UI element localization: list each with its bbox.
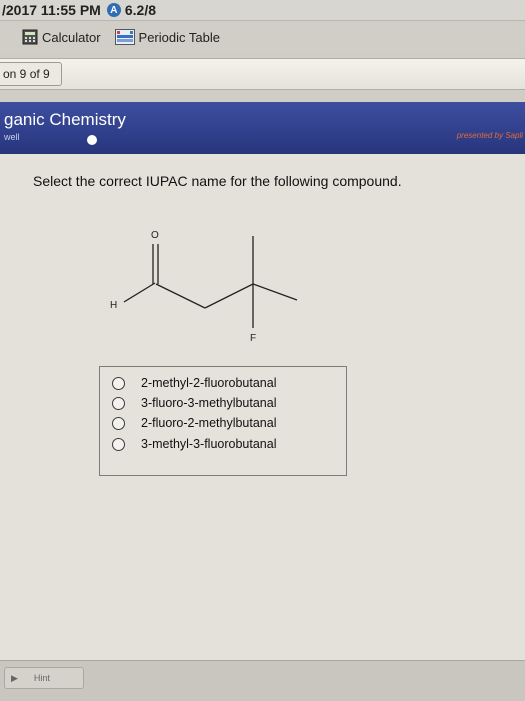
bond-h-c1 (123, 282, 156, 303)
hint-label: Hint (33, 673, 50, 683)
progress-dot-icon (87, 135, 97, 145)
oxygen-label: O (151, 230, 159, 241)
choice-1-label: 2-methyl-2-fluorobutanal (141, 376, 277, 390)
periodic-table-icon (114, 29, 135, 45)
hint-button[interactable]: ▶ Hint (4, 667, 84, 689)
bond-c1-c2 (155, 283, 206, 309)
fluorine-label: F (250, 333, 256, 344)
presented-by-label: presented by Sapli (456, 131, 523, 140)
calculator-icon (22, 29, 38, 45)
choice-3-label: 2-fluoro-2-methylbutanal (141, 416, 277, 430)
choice-4[interactable]: 3-methyl-3-fluorobutanal (112, 434, 277, 454)
question-counter[interactable]: on 9 of 9 (0, 62, 62, 86)
toolbar: Calculator Periodic Table (0, 22, 525, 52)
choice-2-label: 3-fluoro-3-methylbutanal (141, 396, 277, 410)
choice-1[interactable]: 2-methyl-2-fluorobutanal (112, 373, 277, 393)
bond-c3-ch3-right (252, 283, 298, 301)
assignment-subtitle: well (4, 132, 20, 142)
footer-bar: ▶ Hint (0, 660, 525, 701)
score-display: A 6.2/8 (106, 2, 156, 18)
calculator-button[interactable]: Calculator (0, 29, 111, 45)
question-nav-bar (0, 58, 525, 90)
radio-button-1[interactable] (112, 376, 125, 390)
radio-button-2[interactable] (112, 396, 125, 410)
question-panel: Select the correct IUPAC name for the fo… (0, 154, 525, 660)
radio-button-4[interactable] (112, 437, 125, 451)
assignment-title: ganic Chemistry (4, 110, 126, 129)
question-prompt: Select the correct IUPAC name for the fo… (33, 173, 402, 189)
status-bar: /2017 11:55 PM A 6.2/8 (0, 0, 525, 21)
play-arrow-icon: ▶ (11, 672, 18, 683)
assignment-header: ganic Chemistry well presented by Sapli (0, 102, 525, 154)
score-value: 6.2/8 (124, 2, 156, 18)
choice-3[interactable]: 2-fluoro-2-methylbutanal (112, 413, 277, 433)
choice-4-label: 3-methyl-3-fluorobutanal (141, 437, 277, 451)
bond-c2-c3 (204, 283, 254, 309)
molecule-structure: O H F (110, 230, 298, 344)
answer-choices: 2-methyl-2-fluorobutanal 3-fluoro-3-meth… (99, 366, 347, 476)
calculator-label: Calculator (42, 29, 101, 45)
choice-2[interactable]: 3-fluoro-3-methylbutanal (112, 393, 277, 413)
periodic-table-label: Periodic Table (138, 29, 220, 45)
score-badge-icon: A (106, 3, 121, 17)
radio-button-3[interactable] (112, 416, 125, 430)
hydrogen-label: H (110, 300, 117, 311)
date-time: /2017 11:55 PM (2, 2, 101, 18)
periodic-table-button[interactable]: Periodic Table (111, 29, 230, 45)
